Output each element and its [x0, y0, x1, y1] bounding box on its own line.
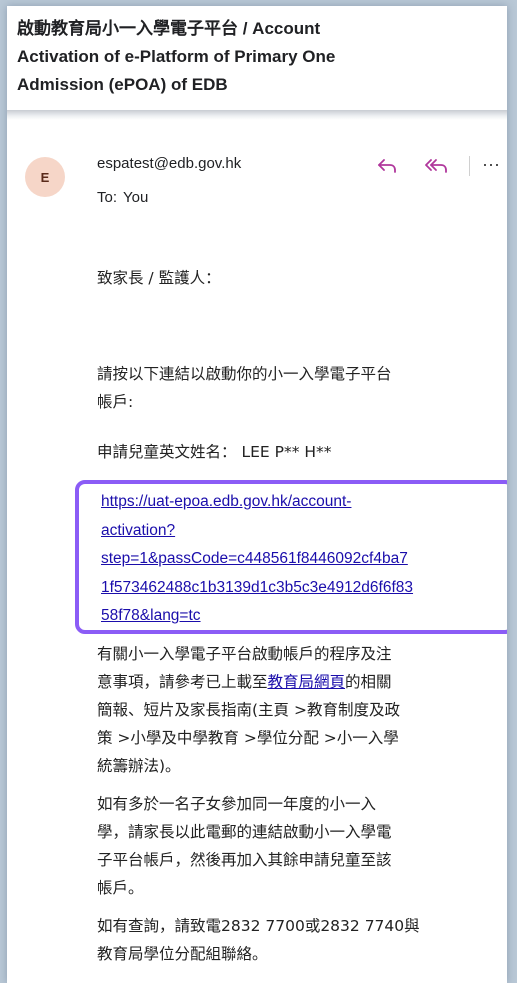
more-options-button[interactable]: ··· [480, 152, 502, 180]
paragraph-line: 有關小一入學電子平台啟動帳戶的程序及注 [97, 645, 392, 663]
paragraph-line: 帳戶。 [97, 879, 144, 897]
instruction-paragraph: 請按以下連結以啟動你的小一入學電子平台 帳戶: [97, 360, 497, 416]
subject-line: 啟動教育局小一入學電子平台 / Account [17, 19, 321, 38]
link-line[interactable]: 1f573462488c1b3139d1c3b5c3e4912d6f6f83 [101, 574, 501, 603]
edb-webpage-link[interactable]: 教育局網頁 [268, 673, 346, 691]
paragraph-line: 子平台帳戶，然後再加入其餘申請兒童至該 [97, 851, 392, 869]
sender-address[interactable]: espatest@edb.gov.hk [97, 155, 241, 172]
reply-all-button[interactable] [422, 152, 452, 180]
paragraph-line: 如有多於一名子女參加同一年度的小一入 [97, 795, 377, 813]
multiple-children-paragraph: 如有多於一名子女參加同一年度的小一入 學，請家長以此電郵的連結啟動小一入學電 子… [97, 790, 497, 902]
instruction-line: 帳戶: [97, 393, 134, 411]
reply-all-icon [425, 159, 447, 173]
paragraph-line: 學，請家長以此電郵的連結啟動小一入學電 [97, 823, 392, 841]
child-name-value: LEE P** H** [241, 443, 332, 461]
link-line[interactable]: https://uat-epoa.edb.gov.hk/account- [101, 488, 501, 517]
paragraph-line: 如有查詢，請致電2832 7700或2832 7740與 [97, 917, 420, 935]
link-line[interactable]: step=1&passCode=c448561f8446092cf4ba7 [101, 545, 501, 574]
link-line[interactable]: 58f78&lang=tc [101, 602, 501, 631]
paragraph-line: 統籌辦法)。 [97, 757, 181, 775]
recipient-line: To: You [97, 189, 148, 206]
subject-line: Admission (ePOA) of EDB [17, 75, 228, 94]
greeting: 致家長 / 監護人： [97, 269, 221, 287]
paragraph-line: 簡報、短片及家長指南(主頁 >教育制度及政 [97, 701, 400, 719]
child-name-line: 申請兒童英文姓名： LEE P** H** [97, 438, 497, 466]
subject-line: Activation of e-Platform of Primary One [17, 47, 336, 66]
paragraph-line: 教育局學位分配組聯絡。 [97, 945, 268, 963]
link-line[interactable]: activation? [101, 517, 501, 546]
paragraph-text: 的相關 [345, 673, 392, 691]
actions-divider [469, 156, 470, 176]
paragraph-line: 策 >小學及中學教育 >學位分配 >小一入學 [97, 729, 399, 747]
child-name-label: 申請兒童英文姓名： [97, 443, 237, 461]
highlighted-link-box: https://uat-epoa.edb.gov.hk/account- act… [75, 480, 507, 634]
header-divider [7, 110, 507, 120]
enquiry-paragraph: 如有查詢，請致電2832 7700或2832 7740與 教育局學位分配組聯絡。 [97, 912, 497, 968]
reply-button[interactable] [372, 152, 402, 180]
procedure-paragraph: 有關小一入學電子平台啟動帳戶的程序及注 意事項，請參考已上載至教育局網頁的相關 … [97, 640, 497, 780]
message-actions: ··· [372, 152, 502, 180]
instruction-line: 請按以下連結以啟動你的小一入學電子平台 [97, 365, 392, 383]
sender-avatar[interactable]: E [25, 157, 65, 197]
email-view: 啟動教育局小一入學電子平台 / Account Activation of e-… [7, 6, 507, 983]
email-subject: 啟動教育局小一入學電子平台 / Account Activation of e-… [17, 15, 497, 99]
to-label: To: [97, 189, 118, 206]
recipient-name[interactable]: You [123, 189, 148, 206]
activation-link[interactable]: https://uat-epoa.edb.gov.hk/account- act… [101, 488, 501, 631]
reply-icon [378, 159, 396, 173]
paragraph-line: 意事項，請參考已上載至教育局網頁的相關 [97, 668, 497, 696]
paragraph-text: 意事項，請參考已上載至 [97, 673, 268, 691]
